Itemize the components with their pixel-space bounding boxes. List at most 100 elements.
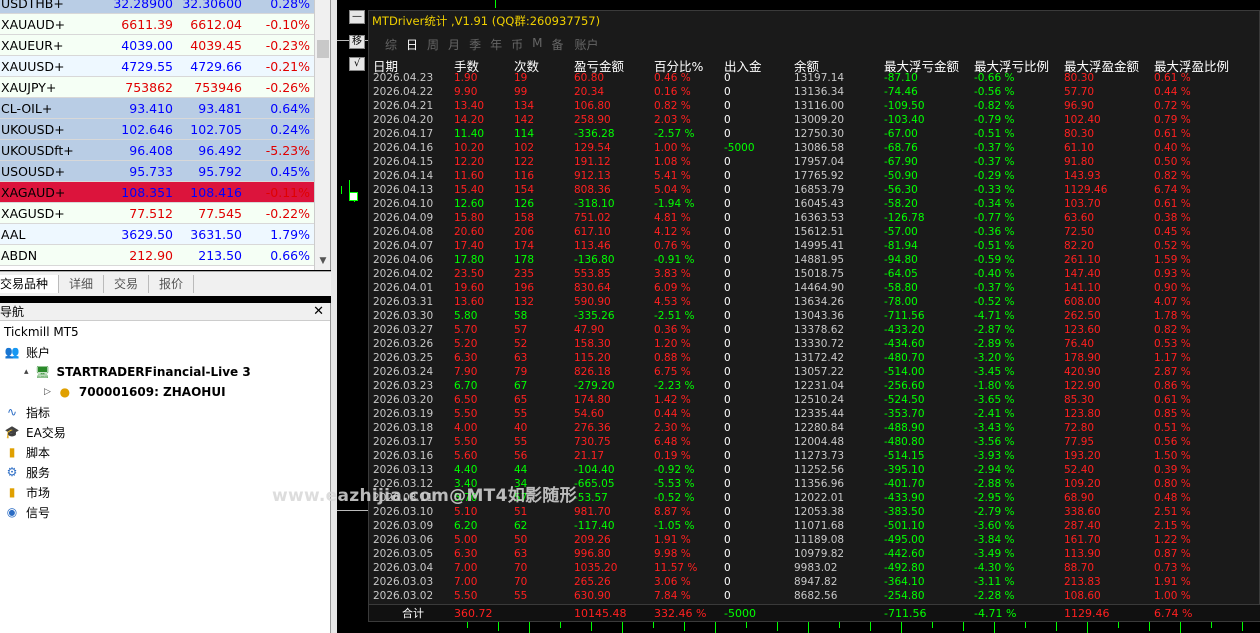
- cell-date: 2026.04.14: [373, 170, 434, 182]
- cell-deposit: 0: [724, 170, 731, 182]
- cell-max-float-profit: 82.20: [1064, 240, 1095, 252]
- cell-max-float-loss-pct: -0.56 %: [974, 86, 1015, 98]
- nav-item-indicators[interactable]: ∿ 指标: [4, 402, 50, 422]
- symbol-name: USOUSD+: [1, 163, 66, 179]
- bid-price: 212.90: [129, 247, 173, 263]
- cell-lots: 11.60: [454, 170, 485, 182]
- cell-max-float-profit-pct: 6.74 %: [1154, 184, 1191, 196]
- market-watch-row[interactable]: UKOUSD+ 102.646 102.705 0.24%: [0, 119, 314, 140]
- cell-max-float-profit: 63.60: [1064, 212, 1095, 224]
- cell-date: 2026.03.16: [373, 450, 434, 462]
- tab-trading[interactable]: 交易: [104, 275, 150, 293]
- cell-percent: 4.53 %: [654, 296, 691, 308]
- period-tab[interactable]: 年: [490, 36, 502, 53]
- market-watch-row[interactable]: XAUEUR+ 4039.00 4039.45 -0.23%: [0, 35, 314, 56]
- cell-max-float-profit-pct: 0.86 %: [1154, 380, 1191, 392]
- market-watch-row[interactable]: CL-OIL+ 93.410 93.481 0.64%: [0, 98, 314, 119]
- cell-max-float-loss: -433.90: [884, 492, 925, 504]
- nav-label: Tickmill MT5: [4, 325, 79, 339]
- expand-icon[interactable]: ▷: [44, 387, 51, 397]
- nav-item-service[interactable]: ⚙ 服务: [4, 462, 50, 482]
- minimize-button[interactable]: —: [349, 10, 365, 24]
- daily-change: 1.79%: [270, 226, 310, 242]
- market-watch-row[interactable]: XAUJPY+ 753862 753946 -0.26%: [0, 77, 314, 98]
- ask-price: 3631.50: [190, 226, 242, 242]
- market-watch-row[interactable]: XAGUSD+ 77.512 77.545 -0.22%: [0, 203, 314, 224]
- cell-balance: 16363.53: [794, 212, 845, 224]
- nav-item-market[interactable]: ▮ 市场: [4, 482, 50, 502]
- market-watch-row[interactable]: ABDN 212.90 213.50 0.66%: [0, 245, 314, 266]
- market-watch-scrollbar[interactable]: ▼: [314, 0, 330, 270]
- period-tab[interactable]: 币: [511, 36, 523, 53]
- nav-item-server[interactable]: ▴ 🖥 STARTRADERFinancial-Live 3: [24, 362, 251, 382]
- market-watch-row[interactable]: USDTHB+ 32.28900 32.30600 0.28%: [0, 0, 314, 14]
- market-watch-row[interactable]: UKOUSDft+ 96.408 96.492 -5.23%: [0, 140, 314, 161]
- cell-count: 40: [514, 422, 528, 434]
- cell-count: 178: [514, 254, 535, 266]
- nav-item-script[interactable]: ▮ 脚本: [4, 442, 50, 462]
- nav-item-expert[interactable]: 🎓 EA交易: [4, 422, 66, 442]
- cell-date: 2026.03.30: [373, 310, 434, 322]
- cell-max-float-profit: 102.40: [1064, 114, 1101, 126]
- cell-percent: 1.08 %: [654, 156, 691, 168]
- cell-deposit: 0: [724, 86, 731, 98]
- ask-price: 77.545: [198, 205, 242, 221]
- cell-max-float-profit-pct: 0.82 %: [1154, 324, 1191, 336]
- nav-item-user[interactable]: ▷ ● 700001609: ZHAOHUI: [44, 382, 226, 402]
- cell-max-float-profit: 123.80: [1064, 408, 1101, 420]
- period-tab[interactable]: 周: [427, 36, 439, 53]
- market-watch-row[interactable]: XAUUSD+ 4729.55 4729.66 -0.21%: [0, 56, 314, 77]
- tab-ticks[interactable]: 报价: [149, 275, 195, 293]
- period-tab[interactable]: 备: [551, 36, 563, 53]
- cell-max-float-profit: 213.83: [1064, 576, 1101, 588]
- symbol-name: XAGUSD+: [1, 205, 65, 221]
- period-tab[interactable]: M: [532, 36, 542, 53]
- cell-max-float-profit-pct: 0.61 %: [1154, 198, 1191, 210]
- cell-profit-loss: 830.64: [574, 282, 611, 294]
- daily-change: 0.24%: [270, 121, 310, 137]
- table-row: 2026.03.19 5.50 55 54.60 0.44 % 0 12335.44 -353…: [369, 408, 1260, 422]
- cell-max-float-profit-pct: 1.50 %: [1154, 450, 1191, 462]
- scroll-down-icon[interactable]: ▼: [317, 254, 329, 268]
- period-tab[interactable]: 季: [469, 36, 481, 53]
- tab-symbols[interactable]: 交易品种: [0, 275, 60, 293]
- cell-balance: 13086.58: [794, 142, 845, 154]
- market-watch-row[interactable]: XAUAUD+ 6611.39 6612.04 -0.10%: [0, 14, 314, 35]
- move-button[interactable]: 移: [349, 35, 365, 49]
- cell-max-float-loss-pct: -3.56 %: [974, 436, 1015, 448]
- cell-max-float-profit-pct: 0.93 %: [1154, 268, 1191, 280]
- cell-max-float-profit-pct: 0.61 %: [1154, 394, 1191, 406]
- market-watch-row[interactable]: AAL 3629.50 3631.50 1.79%: [0, 224, 314, 245]
- account-tab[interactable]: 账户: [574, 36, 598, 53]
- nav-item-broker[interactable]: Tickmill MT5: [4, 322, 79, 342]
- cell-profit-loss: -53.57: [574, 492, 608, 504]
- candle: [870, 622, 871, 631]
- cell-max-float-loss: -488.90: [884, 422, 925, 434]
- check-button[interactable]: √: [349, 57, 365, 71]
- cell-lots: 6.30: [454, 548, 478, 560]
- bid-price: 96.408: [129, 142, 173, 158]
- tab-details[interactable]: 详细: [59, 275, 105, 293]
- symbol-name: UKOUSD+: [1, 121, 65, 137]
- footer-lots: 360.72: [454, 607, 493, 620]
- cell-max-float-profit: 261.10: [1064, 254, 1101, 266]
- cell-deposit: 0: [724, 366, 731, 378]
- cell-count: 116: [514, 170, 535, 182]
- period-tab[interactable]: 综: [385, 36, 397, 53]
- expand-icon[interactable]: ▴: [24, 367, 29, 377]
- cell-balance: 17765.92: [794, 170, 845, 182]
- period-tab[interactable]: 日: [406, 36, 418, 53]
- cell-max-float-profit: 122.90: [1064, 380, 1101, 392]
- period-tab[interactable]: 月: [448, 36, 460, 53]
- scrollbar-thumb[interactable]: [317, 40, 329, 58]
- nav-item-accounts[interactable]: 👥 账户: [4, 342, 51, 362]
- cell-balance: 12004.48: [794, 436, 845, 448]
- close-icon[interactable]: ✕: [313, 303, 324, 321]
- cell-lots: 5.50: [454, 436, 478, 448]
- mtdriver-stats-panel: MTDriver统计 ,V1.91 (QQ群:260937757) 综日周月季年…: [368, 10, 1260, 622]
- market-watch-row[interactable]: XAGAUD+ 108.351 108.416 -0.11%: [0, 182, 314, 203]
- cell-lots: 5.60: [454, 450, 478, 462]
- nav-item-signal[interactable]: ◉ 信号: [4, 502, 50, 522]
- market-watch-row[interactable]: USOUSD+ 95.733 95.792 0.45%: [0, 161, 314, 182]
- cell-max-float-profit: 109.20: [1064, 478, 1101, 490]
